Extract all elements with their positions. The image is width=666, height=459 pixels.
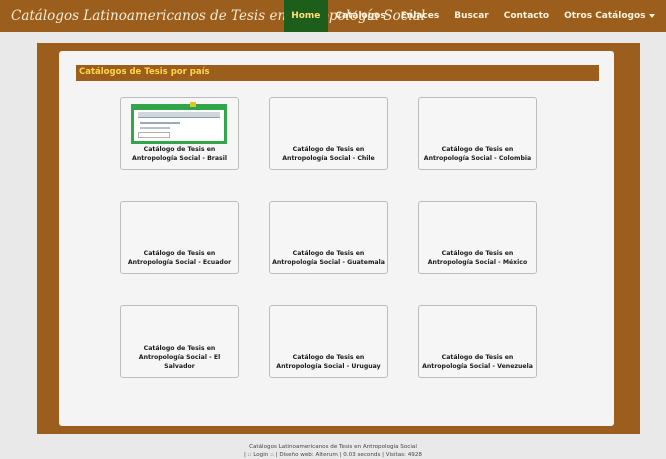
footer-title: Catálogos Latinoamericanos de Tesis en A… bbox=[249, 444, 417, 450]
thumbnail-box bbox=[138, 132, 170, 138]
catalog-card-venezuela[interactable]: Catálogo de Tesis en Antropología Social… bbox=[418, 305, 537, 378]
nav-buscar[interactable]: Buscar bbox=[447, 0, 496, 32]
thumbnail-image bbox=[131, 102, 227, 144]
nav-otros-catalogos[interactable]: Otros Catálogos bbox=[557, 0, 662, 32]
thumbnail-marker bbox=[190, 102, 196, 107]
main-nav: Home Catálogos Enlaces Buscar Contacto O… bbox=[283, 0, 662, 32]
card-caption: Catálogo de Tesis en Antropología Social… bbox=[282, 146, 375, 162]
nav-otros-catalogos-label: Otros Catálogos bbox=[564, 11, 646, 21]
thumbnail-line bbox=[140, 122, 180, 124]
catalog-card-uruguay[interactable]: Catálogo de Tesis en Antropología Social… bbox=[269, 305, 388, 378]
footer-links: | :: Login :: | Diseño web: Alterum | 0.… bbox=[244, 452, 422, 458]
catalog-card-chile[interactable]: Catálogo de Tesis en Antropología Social… bbox=[269, 97, 388, 170]
catalog-card-ecuador[interactable]: Catálogo de Tesis en Antropología Social… bbox=[120, 201, 239, 274]
card-caption: Catálogo de Tesis en Antropología Social… bbox=[132, 146, 227, 162]
panel-title: Catálogos de Tesis por país bbox=[79, 67, 210, 77]
nav-catalogos[interactable]: Catálogos bbox=[328, 0, 393, 32]
card-caption: Catálogo de Tesis en Antropología Social… bbox=[423, 146, 532, 162]
nav-enlaces[interactable]: Enlaces bbox=[393, 0, 447, 32]
footer: Catálogos Latinoamericanos de Tesis en A… bbox=[0, 443, 666, 459]
card-caption: Catálogo de Tesis en Antropología Social… bbox=[138, 345, 221, 370]
card-caption: Catálogo de Tesis en Antropología Social… bbox=[422, 354, 533, 370]
card-caption: Catálogo de Tesis en Antropología Social… bbox=[427, 250, 528, 266]
catalog-card-brasil[interactable]: Catálogo de Tesis en Antropología Social… bbox=[120, 97, 239, 170]
card-caption: Catálogo de Tesis en Antropología Social… bbox=[272, 250, 385, 266]
catalog-card-colombia[interactable]: Catálogo de Tesis en Antropología Social… bbox=[418, 97, 537, 170]
thumbnail-bar bbox=[134, 107, 224, 110]
nav-contacto[interactable]: Contacto bbox=[496, 0, 556, 32]
thumbnail-header bbox=[138, 112, 220, 118]
caret-down-icon bbox=[648, 13, 655, 18]
nav-home[interactable]: Home bbox=[283, 0, 328, 32]
panel-heading: Catálogos de Tesis por país bbox=[76, 65, 599, 81]
catalog-card-guatemala[interactable]: Catálogo de Tesis en Antropología Social… bbox=[269, 201, 388, 274]
thumbnail-line bbox=[140, 127, 170, 129]
card-caption: Catálogo de Tesis en Antropología Social… bbox=[127, 250, 232, 266]
card-caption: Catálogo de Tesis en Antropología Social… bbox=[276, 354, 381, 370]
catalog-card-mexico[interactable]: Catálogo de Tesis en Antropología Social… bbox=[418, 201, 537, 274]
catalog-card-el-salvador[interactable]: Catálogo de Tesis en Antropología Social… bbox=[120, 305, 239, 378]
navbar: Catálogos Latinoamericanos de Tesis en A… bbox=[0, 0, 666, 32]
